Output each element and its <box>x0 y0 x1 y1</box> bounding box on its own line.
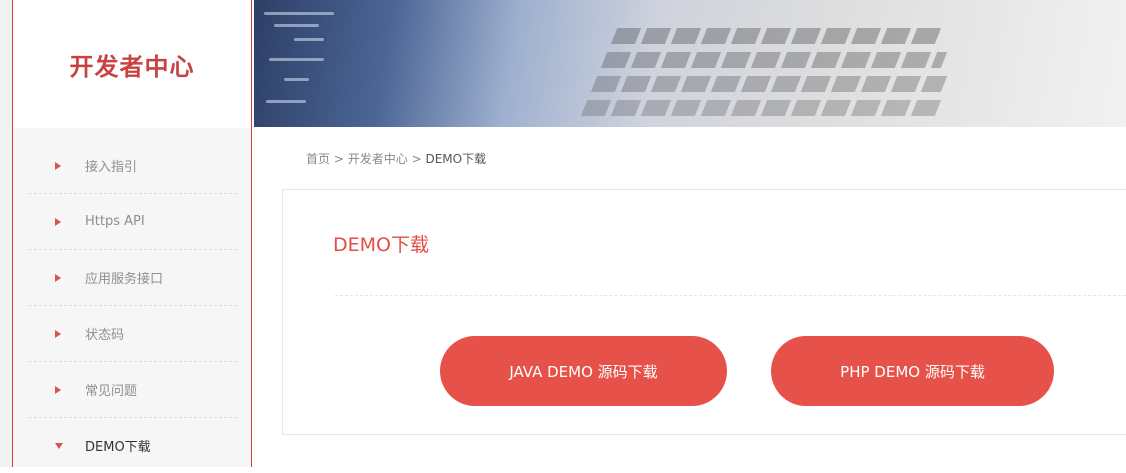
demo-download-panel: DEMO下载 JAVA DEMO 源码下载 PHP DEMO 源码下载 <box>282 189 1126 435</box>
breadcrumb-parent-link[interactable]: 开发者中心 <box>348 152 408 166</box>
sidebar-nav: 接入指引 Https API 应用服务接口 状态码 常见问题 DEMO下载 <box>13 128 251 473</box>
sidebar-item-guide[interactable]: 接入指引 <box>29 138 237 194</box>
breadcrumb: 首页 > 开发者中心 > DEMO下载 <box>306 150 486 167</box>
sidebar: 开发者中心 接入指引 Https API 应用服务接口 状态码 常见问题 DEM… <box>12 0 252 467</box>
divider <box>335 295 1126 296</box>
sidebar-item-label: 状态码 <box>85 328 125 343</box>
sidebar-item-label: Https API <box>85 214 145 229</box>
chevron-right-icon <box>29 273 85 282</box>
breadcrumb-current: DEMO下载 <box>425 152 487 166</box>
page-title: DEMO下载 <box>333 234 429 256</box>
sidebar-item-label: 常见问题 <box>85 384 138 399</box>
sidebar-item-demo-download[interactable]: DEMO下载 <box>29 418 237 473</box>
breadcrumb-separator: > <box>333 152 344 166</box>
sidebar-item-faq[interactable]: 常见问题 <box>29 362 237 418</box>
chevron-right-icon <box>29 329 85 338</box>
sidebar-item-status-codes[interactable]: 状态码 <box>29 306 237 362</box>
chevron-down-icon <box>29 442 85 449</box>
chevron-right-icon <box>29 217 85 226</box>
sidebar-item-label: 接入指引 <box>85 160 138 175</box>
sidebar-item-app-service-api[interactable]: 应用服务接口 <box>29 250 237 306</box>
java-demo-download-button[interactable]: JAVA DEMO 源码下载 <box>440 336 727 406</box>
brand-title: 开发者中心 <box>69 51 195 81</box>
chevron-right-icon <box>29 385 85 394</box>
sidebar-item-label: 应用服务接口 <box>85 272 164 287</box>
left-gutter <box>0 0 12 467</box>
breadcrumb-separator: > <box>411 152 422 166</box>
header-banner-image <box>254 0 1126 127</box>
php-demo-download-button[interactable]: PHP DEMO 源码下载 <box>771 336 1054 406</box>
sidebar-item-label: DEMO下载 <box>85 440 151 455</box>
breadcrumb-home-link[interactable]: 首页 <box>306 152 330 166</box>
sidebar-item-https-api[interactable]: Https API <box>29 194 237 250</box>
chevron-right-icon <box>29 161 85 170</box>
brand-header: 开发者中心 <box>13 0 251 128</box>
